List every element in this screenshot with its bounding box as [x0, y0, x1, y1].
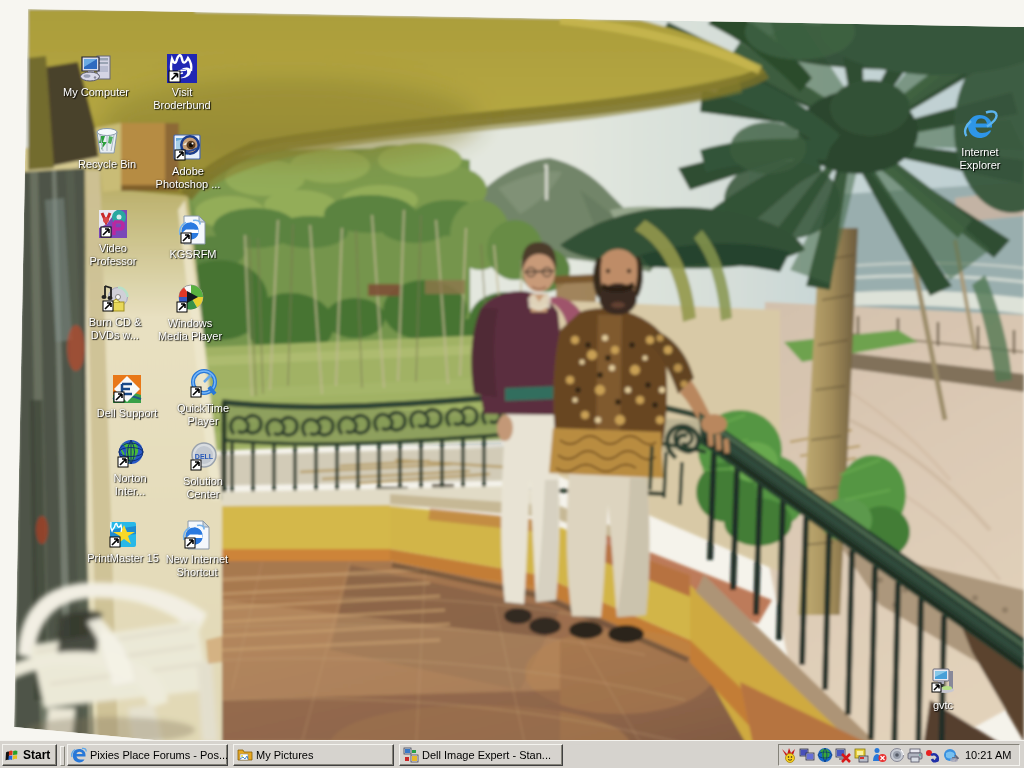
svg-text:DELL: DELL [195, 453, 214, 460]
